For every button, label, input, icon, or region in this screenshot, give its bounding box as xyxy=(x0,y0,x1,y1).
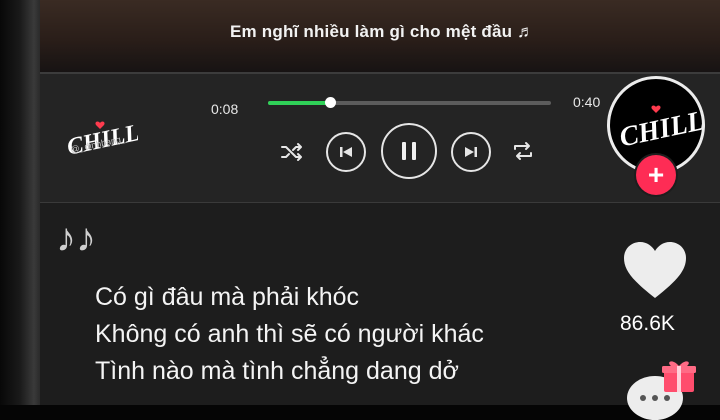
previous-icon xyxy=(340,147,352,157)
next-button[interactable] xyxy=(451,132,491,172)
avatar-text: CHILL xyxy=(617,105,702,153)
shuffle-button[interactable] xyxy=(280,140,304,164)
like-count: 86.6K xyxy=(620,312,675,335)
shuffle-icon xyxy=(281,143,302,161)
lyric-line: Có gì đâu mà phải khóc xyxy=(95,283,360,311)
progress-fill xyxy=(268,101,331,105)
pause-button[interactable] xyxy=(381,123,437,179)
gift-icon[interactable] xyxy=(660,356,698,394)
lyric-line: Không có anh thì sẽ có người khác xyxy=(95,320,484,348)
repeat-button[interactable] xyxy=(510,138,536,164)
next-icon xyxy=(465,147,477,157)
video-subtitle: Em nghĩ nhiều làm gì cho mệt đầu ♬ xyxy=(230,22,535,41)
pause-icon xyxy=(402,142,416,160)
music-notes-icon: ♪♪ xyxy=(56,216,96,260)
lyric-line: Tình nào mà tình chẳng dang dở xyxy=(95,357,459,385)
like-button[interactable] xyxy=(622,240,688,302)
total-time: 0:40 xyxy=(573,94,601,110)
previous-button[interactable] xyxy=(326,132,366,172)
follow-button[interactable]: + xyxy=(636,155,676,195)
avatar-heart-icon xyxy=(651,105,661,113)
heart-icon xyxy=(624,242,686,298)
current-time: 0:08 xyxy=(211,101,239,117)
progress-track[interactable] xyxy=(268,97,551,108)
repeat-icon xyxy=(514,142,532,160)
